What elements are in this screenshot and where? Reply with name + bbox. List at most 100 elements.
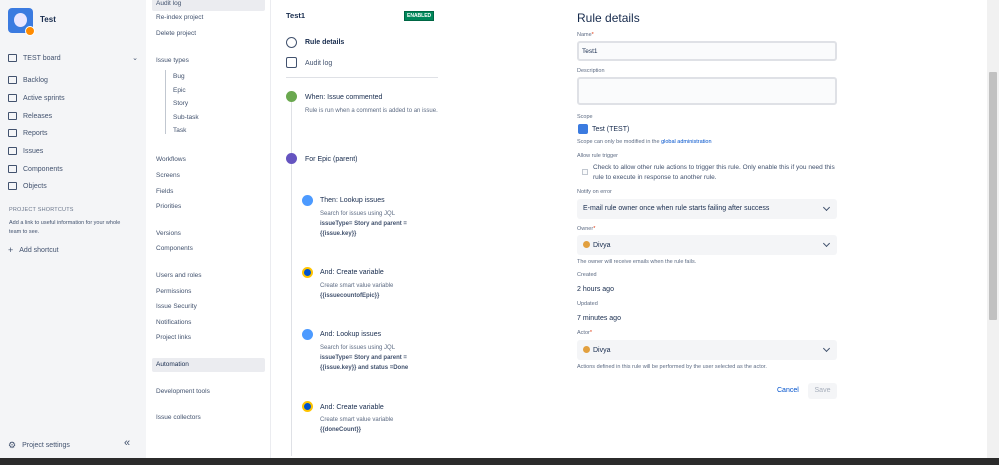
actor-note: Actions defined in this rule will be per… [577, 364, 767, 370]
tab-audit-log[interactable]: Audit log [305, 60, 332, 67]
menu-dev-tools[interactable]: Development tools [156, 388, 210, 395]
menu-type-subtask[interactable]: Sub-task [173, 114, 199, 121]
actor-value: Divya [583, 346, 611, 354]
notify-select[interactable]: E-mail rule owner once when rule starts … [577, 199, 837, 219]
project-settings-link[interactable]: ⚙ Project settings [8, 440, 70, 451]
scope-label: Scope [577, 114, 593, 120]
chevron-down-icon [822, 239, 831, 248]
menu-project-links[interactable]: Project links [156, 334, 191, 341]
menu-type-task[interactable]: Task [173, 127, 186, 134]
sidebar-item-label: Objects [23, 182, 47, 190]
menu-reindex[interactable]: Re-index project [156, 14, 203, 21]
tab-rule-details[interactable]: Rule details [305, 39, 344, 46]
global-admin-link[interactable]: global administration [661, 139, 711, 145]
project-settings-label: Project settings [22, 442, 70, 449]
menu-issue-collectors[interactable]: Issue collectors [156, 414, 201, 421]
name-value: Test1 [582, 48, 598, 55]
trigger-desc: Rule is run when a comment is added to a… [305, 108, 438, 114]
step-code: {{doneCount}} [320, 427, 361, 433]
step-title[interactable]: And: Create variable [320, 404, 384, 411]
issues-icon [8, 147, 17, 155]
sidebar-item-issues[interactable]: Issues [8, 147, 43, 155]
updated-value: 7 minutes ago [577, 315, 621, 322]
action-icon[interactable] [302, 329, 313, 340]
sidebar-item-label: Issues [23, 147, 44, 155]
owner-select[interactable]: Divya [577, 235, 837, 255]
created-value: 2 hours ago [577, 286, 614, 293]
audit-log-icon [286, 57, 297, 68]
name-label: Name* [577, 32, 594, 38]
allow-trigger-label: Allow rule trigger [577, 153, 618, 159]
shortcuts-header: PROJECT SHORTCUTS [9, 207, 74, 213]
branch-title[interactable]: For Epic (parent) [305, 156, 358, 163]
allow-trigger-text: Check to allow other rule actions to tri… [593, 164, 835, 181]
sidebar-item-label: Reports [23, 129, 48, 137]
settings-menu: Audit log Re-index project Delete projec… [146, 0, 271, 465]
menu-components[interactable]: Components [156, 245, 193, 252]
status-badge: ENABLED [404, 11, 435, 21]
menu-issue-types[interactable]: Issue types [156, 57, 189, 64]
board-selector[interactable]: TEST board ⌄ [8, 54, 138, 62]
menu-fields[interactable]: Fields [156, 188, 173, 195]
scope-value: Test (TEST) [592, 126, 630, 133]
menu-versions[interactable]: Versions [156, 230, 181, 237]
step-title[interactable]: Then: Lookup issues [320, 197, 385, 204]
description-input[interactable] [577, 77, 837, 105]
info-icon [286, 37, 297, 48]
menu-type-story[interactable]: Story [173, 100, 188, 107]
menu-users-roles[interactable]: Users and roles [156, 272, 202, 279]
divider [286, 77, 438, 78]
puzzle-icon [8, 165, 17, 173]
chevron-down-icon [822, 344, 831, 353]
sidebar-item-active-sprints[interactable]: Active sprints [8, 94, 65, 102]
chevron-down-icon: ⌄ [132, 55, 138, 62]
step-code: issueType= Story and parent = {{issue.ke… [320, 221, 407, 237]
menu-delete-project[interactable]: Delete project [156, 30, 196, 37]
menu-workflows[interactable]: Workflows [156, 156, 186, 163]
menu-audit-log[interactable]: Audit log [156, 0, 181, 7]
variable-icon[interactable] [302, 401, 313, 412]
branch-icon[interactable] [286, 153, 297, 164]
menu-priorities[interactable]: Priorities [156, 203, 181, 210]
menu-automation[interactable]: Automation [156, 361, 189, 368]
menu-notifications[interactable]: Notifications [156, 319, 191, 326]
add-shortcut-button[interactable]: + Add shortcut [8, 245, 59, 255]
sidebar-item-objects[interactable]: Objects [8, 182, 47, 190]
step-title[interactable]: And: Create variable [320, 269, 384, 276]
avatar [583, 346, 590, 353]
cancel-button[interactable]: Cancel [777, 387, 799, 394]
variable-icon[interactable] [302, 267, 313, 278]
sidebar-item-backlog[interactable]: Backlog [8, 76, 48, 84]
trigger-icon[interactable] [286, 91, 297, 102]
actor-label: Actor* [577, 330, 592, 336]
menu-permissions[interactable]: Permissions [156, 288, 191, 295]
avatar [583, 241, 590, 248]
owner-value: Divya [583, 241, 611, 249]
trigger-title[interactable]: When: Issue commented [305, 94, 382, 101]
sidebar-item-releases[interactable]: Releases [8, 112, 52, 120]
scope-note: Scope can only be modified in the global… [577, 139, 712, 145]
project-name[interactable]: Test [40, 15, 56, 24]
step-title[interactable]: And: Lookup issues [320, 331, 381, 338]
menu-type-bug[interactable]: Bug [173, 73, 185, 80]
collapse-sidebar-button[interactable]: « [124, 437, 130, 449]
menu-issue-security[interactable]: Issue Security [156, 303, 197, 310]
board-icon [8, 54, 17, 62]
notify-label: Notify on error [577, 189, 612, 195]
sidebar-item-components[interactable]: Components [8, 165, 63, 173]
scrollbar-thumb[interactable] [989, 72, 997, 320]
rule-flow: Test1 ENABLED Rule details Audit log Whe… [272, 0, 572, 465]
name-input[interactable]: Test1 [577, 41, 837, 61]
step-desc: Create smart value variable [320, 283, 394, 289]
allow-trigger-checkbox[interactable] [582, 169, 588, 175]
plus-icon: + [8, 245, 14, 255]
action-icon[interactable] [302, 195, 313, 206]
project-avatar[interactable] [8, 8, 35, 36]
menu-screens[interactable]: Screens [156, 172, 180, 179]
tree-icon [8, 182, 17, 190]
actor-select[interactable]: Divya [577, 340, 837, 360]
sidebar-item-reports[interactable]: Reports [8, 129, 48, 137]
sidebar-item-label: Components [23, 165, 63, 173]
menu-type-epic[interactable]: Epic [173, 87, 186, 94]
save-button[interactable]: Save [808, 383, 837, 399]
